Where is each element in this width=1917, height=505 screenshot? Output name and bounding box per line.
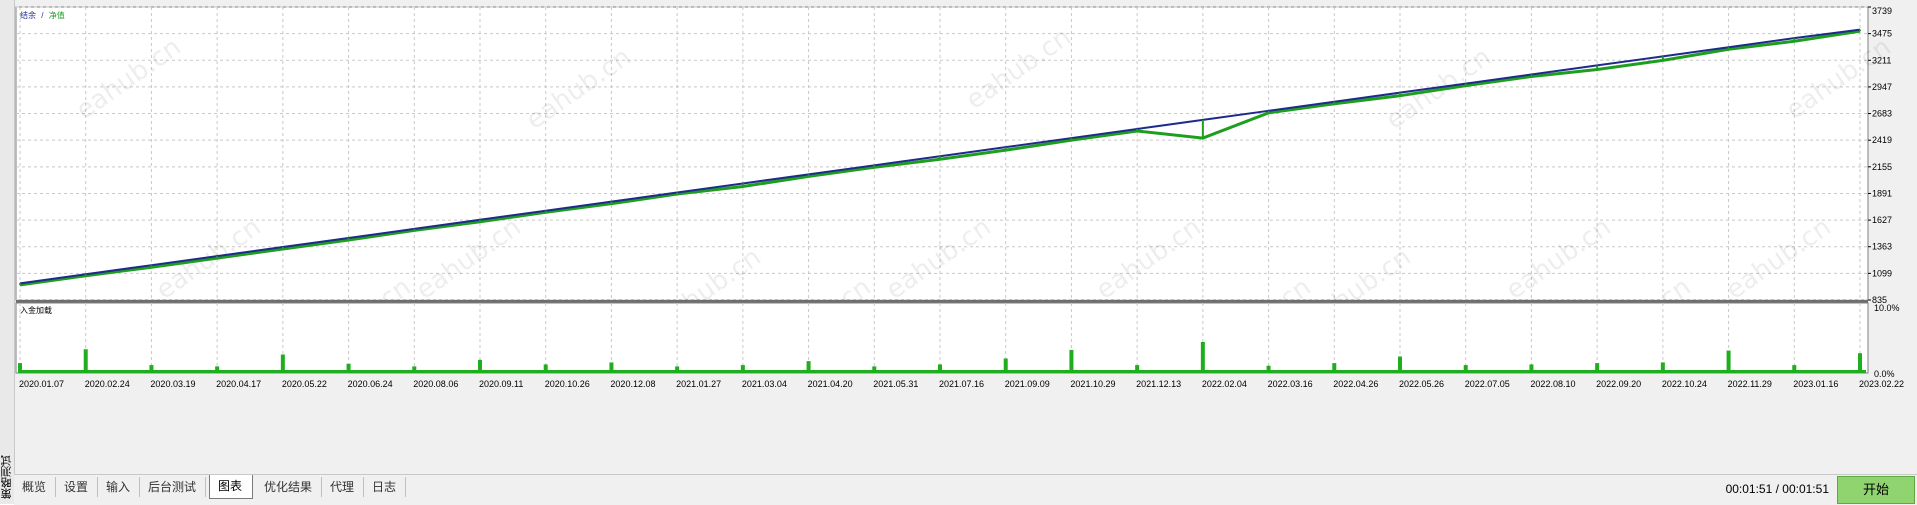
legend-equity: 净值 [49,10,65,20]
tester-tab-bar: 概览 设置 输入 后台测试 图表 优化结果 代理 日志 00:01:51 / 0… [14,474,1917,505]
x-tick-label: 2022.11.29 [1728,379,1772,389]
y-tick-label: 1627 [1872,215,1892,225]
x-tick-label: 2021.09.09 [1005,379,1050,389]
start-button[interactable]: 开始 [1837,476,1915,504]
x-tick-label: 2021.12.13 [1136,379,1181,389]
x-tick-label: 2023.01.16 [1793,379,1838,389]
load-chart-frame [15,302,1869,374]
tab-optimization-results[interactable]: 优化结果 [256,477,322,497]
load-bar [1726,350,1731,373]
tab-journal[interactable]: 日志 [364,477,406,497]
x-tick-label: 2021.01.27 [676,379,721,389]
x-tick-label: 2021.03.04 [742,379,787,389]
load-bar [83,349,88,373]
load-y-tick-bottom: 0.0% [1874,369,1895,379]
legend-separator: / [41,11,44,20]
x-tick-label: 2022.09.20 [1596,379,1641,389]
y-tick-label: 1363 [1872,242,1892,252]
x-tick-label: 2023.02.22 [1859,379,1904,389]
tab-settings[interactable]: 设置 [56,477,98,497]
x-tick-label: 2020.04.17 [216,379,261,389]
x-tick-label: 2022.03.16 [1268,379,1313,389]
y-tick-label: 2155 [1872,162,1892,172]
x-tick-label: 2020.05.22 [282,379,327,389]
chart-area: eahub.cn eahub.cn eahub.cn eahub.cn eahub.cn… [15,6,1904,389]
y-tick-label: 3739 [1872,6,1892,16]
y-tick-label: 2683 [1872,109,1892,119]
x-tick-label: 2020.08.06 [413,379,458,389]
tab-graph[interactable]: 图表 [209,475,253,499]
x-tick-label: 2020.03.19 [150,379,195,389]
y-tick-label: 1891 [1872,188,1892,198]
x-tick-label: 2020.01.07 [19,379,64,389]
x-tick-label: 2022.05.26 [1399,379,1444,389]
y-tick-label: 3475 [1872,29,1892,39]
tab-overview[interactable]: 概览 [14,477,56,497]
y-tick-label: 1099 [1872,268,1892,278]
x-tick-label: 2020.06.24 [348,379,393,389]
y-tick-label: 2947 [1872,82,1892,92]
tab-inputs[interactable]: 输入 [98,477,140,497]
x-tick-label: 2022.07.05 [1465,379,1510,389]
x-tick-label: 2022.08.10 [1530,379,1575,389]
x-tick-label: 2020.10.26 [545,379,590,389]
x-tick-label: 2020.02.24 [85,379,130,389]
x-tick-label: 2021.10.29 [1070,379,1115,389]
x-tick-label: 2022.04.26 [1333,379,1378,389]
load-bar [1069,349,1074,373]
load-chart-label: 入金加载 [20,305,52,315]
elapsed-timer: 00:01:51 / 00:01:51 [1725,482,1829,496]
x-tick-label: 2022.10.24 [1662,379,1707,389]
tab-agents[interactable]: 代理 [322,477,364,497]
side-panel: 策略测试 [0,0,15,504]
x-tick-label: 2021.04.20 [808,379,853,389]
x-tick-label: 2021.05.31 [873,379,918,389]
side-panel-title: 策略测试 [1,455,13,499]
x-tick-label: 2022.02.04 [1202,379,1247,389]
load-bar [1200,341,1205,373]
load-baseline [18,370,1866,373]
legend-balance: 结余 [20,10,36,20]
x-tick-label: 2021.07.16 [939,379,984,389]
y-tick-label: 3211 [1872,55,1891,65]
x-tick-label: 2020.09.11 [479,379,523,389]
legend: 结余 / 净值 [20,10,65,20]
tab-backtest[interactable]: 后台测试 [140,477,206,497]
x-axis-ticks: 2020.01.07 2020.02.24 2020.03.19 2020.04.17… [19,379,1904,389]
y-tick-label: 2419 [1872,135,1892,145]
x-tick-label: 2020.12.08 [610,379,655,389]
load-y-tick-top: 10.0% [1874,303,1900,313]
strategy-tester-window: 策略测试 eahub.cn eahub.cn eahub.cn eahub.cn eah… [0,0,1917,505]
